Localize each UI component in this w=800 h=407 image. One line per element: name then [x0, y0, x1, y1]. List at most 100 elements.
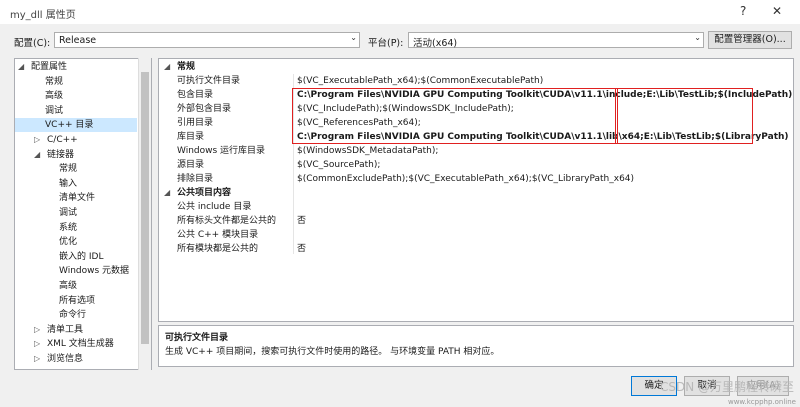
- tree-item-label: 浏览信息: [47, 354, 84, 364]
- tree-item-label: 常规: [45, 76, 64, 87]
- property-row[interactable]: 公共 include 目录: [159, 200, 793, 214]
- tree-item-label: 优化: [59, 237, 78, 248]
- property-name: 可执行文件目录: [177, 76, 241, 86]
- property-tree: ◢ 配置属性 常规 高级 调试 VC++ 目录 ▷ C/C++ ◢ 链接器 常规 输入 清单文件 调试 系统…: [14, 58, 152, 370]
- tree-item[interactable]: 嵌入的 IDL: [15, 250, 137, 264]
- property-name: 排除目录: [177, 174, 214, 184]
- tree-item-label: C/C++: [47, 135, 78, 145]
- tree-item[interactable]: ▷ C/C++: [15, 133, 137, 147]
- tree-item-label: 嵌入的 IDL: [59, 251, 104, 262]
- property-name: 包含目录: [177, 90, 214, 100]
- tree-item[interactable]: ▷ 清单工具: [15, 323, 137, 337]
- tree-item[interactable]: ▷ XML 文档生成器: [15, 337, 137, 351]
- property-name: 引用目录: [177, 118, 214, 128]
- tree-item-label: 调试: [59, 208, 78, 218]
- category-label: 常规: [177, 62, 196, 72]
- property-value[interactable]: $(CommonExcludePath);$(VC_ExecutablePath…: [297, 172, 634, 186]
- property-row[interactable]: Windows 运行库目录 $(WindowsSDK_MetadataPath);: [159, 144, 793, 158]
- property-value[interactable]: 否: [297, 242, 306, 256]
- property-value[interactable]: $(WindowsSDK_MetadataPath);: [297, 144, 438, 158]
- expand-icon[interactable]: ▷: [34, 133, 40, 147]
- scrollbar-thumb[interactable]: [141, 72, 149, 344]
- property-row[interactable]: 所有模块都是公共的 否: [159, 242, 793, 256]
- property-name: Windows 运行库目录: [177, 146, 266, 156]
- property-name: 所有模块都是公共的: [177, 244, 259, 254]
- property-name: 公共 include 目录: [177, 202, 252, 212]
- expand-icon[interactable]: ▷: [34, 352, 40, 366]
- highlight-box-right: [615, 88, 753, 144]
- watermark: CSDN @万里鹏程转瞬至: [659, 380, 794, 394]
- collapse-icon[interactable]: ◢: [18, 60, 24, 74]
- property-value[interactable]: 否: [297, 214, 306, 228]
- tree-item[interactable]: 调试: [15, 206, 137, 220]
- tree-item[interactable]: VC++ 目录: [15, 118, 137, 133]
- tree-item-label: 高级: [59, 281, 78, 291]
- description-panel: 可执行文件目录 生成 VC++ 项目期间，搜索可执行文件时使用的路径。 与环境变…: [158, 325, 794, 367]
- property-row[interactable]: 源目录 $(VC_SourcePath);: [159, 158, 793, 172]
- tree-item[interactable]: ▷ 浏览信息: [15, 352, 137, 366]
- tree-scrollbar[interactable]: [138, 58, 151, 370]
- tree-item-label: 高级: [45, 91, 64, 102]
- config-label: 配置(C):: [14, 38, 51, 49]
- config-select[interactable]: Release ⌄: [54, 32, 360, 48]
- property-name: 源目录: [177, 160, 205, 170]
- close-button[interactable]: ✕: [772, 4, 782, 18]
- tree-item-label: 系统: [59, 222, 78, 233]
- category-public[interactable]: ◢ 公共项目内容: [159, 186, 793, 200]
- expand-icon[interactable]: ▷: [34, 337, 40, 351]
- tree-item[interactable]: 调试: [15, 104, 137, 118]
- tree-item[interactable]: Windows 元数据: [15, 264, 137, 278]
- property-row[interactable]: 可执行文件目录 $(VC_ExecutablePath_x64);$(Common…: [159, 74, 793, 88]
- tree-item-label: 输入: [59, 178, 78, 189]
- tree-item[interactable]: 高级: [15, 89, 137, 103]
- tree-item[interactable]: ◢ 配置属性: [15, 60, 137, 74]
- tree-item[interactable]: 所有选项: [15, 294, 137, 308]
- collapse-icon[interactable]: ◢: [164, 60, 170, 74]
- category-general[interactable]: ◢ 常规: [159, 60, 793, 74]
- title-bar: my_dll 属性页 ? ✕: [0, 0, 800, 24]
- tree-item-label: VC++ 目录: [45, 120, 94, 131]
- tree-item[interactable]: 命令行: [15, 308, 137, 322]
- tree-item-label: 命令行: [59, 310, 87, 321]
- property-row[interactable]: 所有标头文件都是公共的 否: [159, 214, 793, 228]
- collapse-icon[interactable]: ◢: [164, 186, 170, 200]
- tree-item[interactable]: 常规: [15, 75, 137, 89]
- window-title: my_dll 属性页: [10, 10, 76, 21]
- tree-item[interactable]: 优化: [15, 235, 137, 249]
- tree-item[interactable]: 清单文件: [15, 191, 137, 205]
- tree-item-label: XML 文档生成器: [47, 339, 114, 350]
- tree-item-label: 清单工具: [47, 324, 84, 335]
- help-button[interactable]: ?: [740, 4, 746, 18]
- tree-item[interactable]: 高级: [15, 279, 137, 293]
- tree-item-label: 常规: [59, 164, 78, 175]
- property-row[interactable]: 公共 C++ 模块目录: [159, 228, 793, 242]
- watermark-url: www.kcpphp.online: [727, 398, 796, 406]
- tree-item-label: Windows 元数据: [59, 266, 130, 277]
- property-name: 外部包含目录: [177, 104, 232, 114]
- chevron-down-icon: ⌄: [350, 33, 357, 42]
- description-title: 可执行文件目录: [165, 333, 229, 343]
- property-value[interactable]: $(VC_SourcePath);: [297, 158, 380, 172]
- tree-item[interactable]: 常规: [15, 162, 137, 176]
- config-manager-button[interactable]: 配置管理器(O)...: [708, 31, 792, 49]
- config-value: Release: [59, 35, 97, 46]
- tree-item-label: 所有选项: [59, 295, 96, 306]
- tree-item[interactable]: 输入: [15, 177, 137, 191]
- platform-select[interactable]: 活动(x64) ⌄: [408, 32, 704, 49]
- expand-icon[interactable]: ▷: [34, 323, 40, 337]
- property-name: 公共 C++ 模块目录: [177, 230, 259, 240]
- property-name: 库目录: [177, 132, 205, 142]
- tree-item-label: 链接器: [47, 149, 75, 160]
- property-row[interactable]: 排除目录 $(CommonExcludePath);$(VC_Executable…: [159, 172, 793, 186]
- chevron-down-icon: ⌄: [694, 33, 701, 42]
- tree-item[interactable]: 系统: [15, 221, 137, 235]
- property-value[interactable]: $(VC_ExecutablePath_x64);$(CommonExecuta…: [297, 74, 543, 88]
- category-label: 公共项目内容: [177, 188, 232, 198]
- tree-item-label: 调试: [45, 105, 64, 116]
- collapse-icon[interactable]: ◢: [34, 148, 40, 162]
- description-text: 生成 VC++ 项目期间，搜索可执行文件时使用的路径。 与环境变量 PATH 相…: [165, 347, 500, 357]
- tree-item-label: 清单文件: [59, 193, 96, 204]
- property-name: 所有标头文件都是公共的: [177, 216, 277, 226]
- tree-item[interactable]: ◢ 链接器: [15, 148, 137, 162]
- platform-value: 活动(x64): [413, 38, 458, 49]
